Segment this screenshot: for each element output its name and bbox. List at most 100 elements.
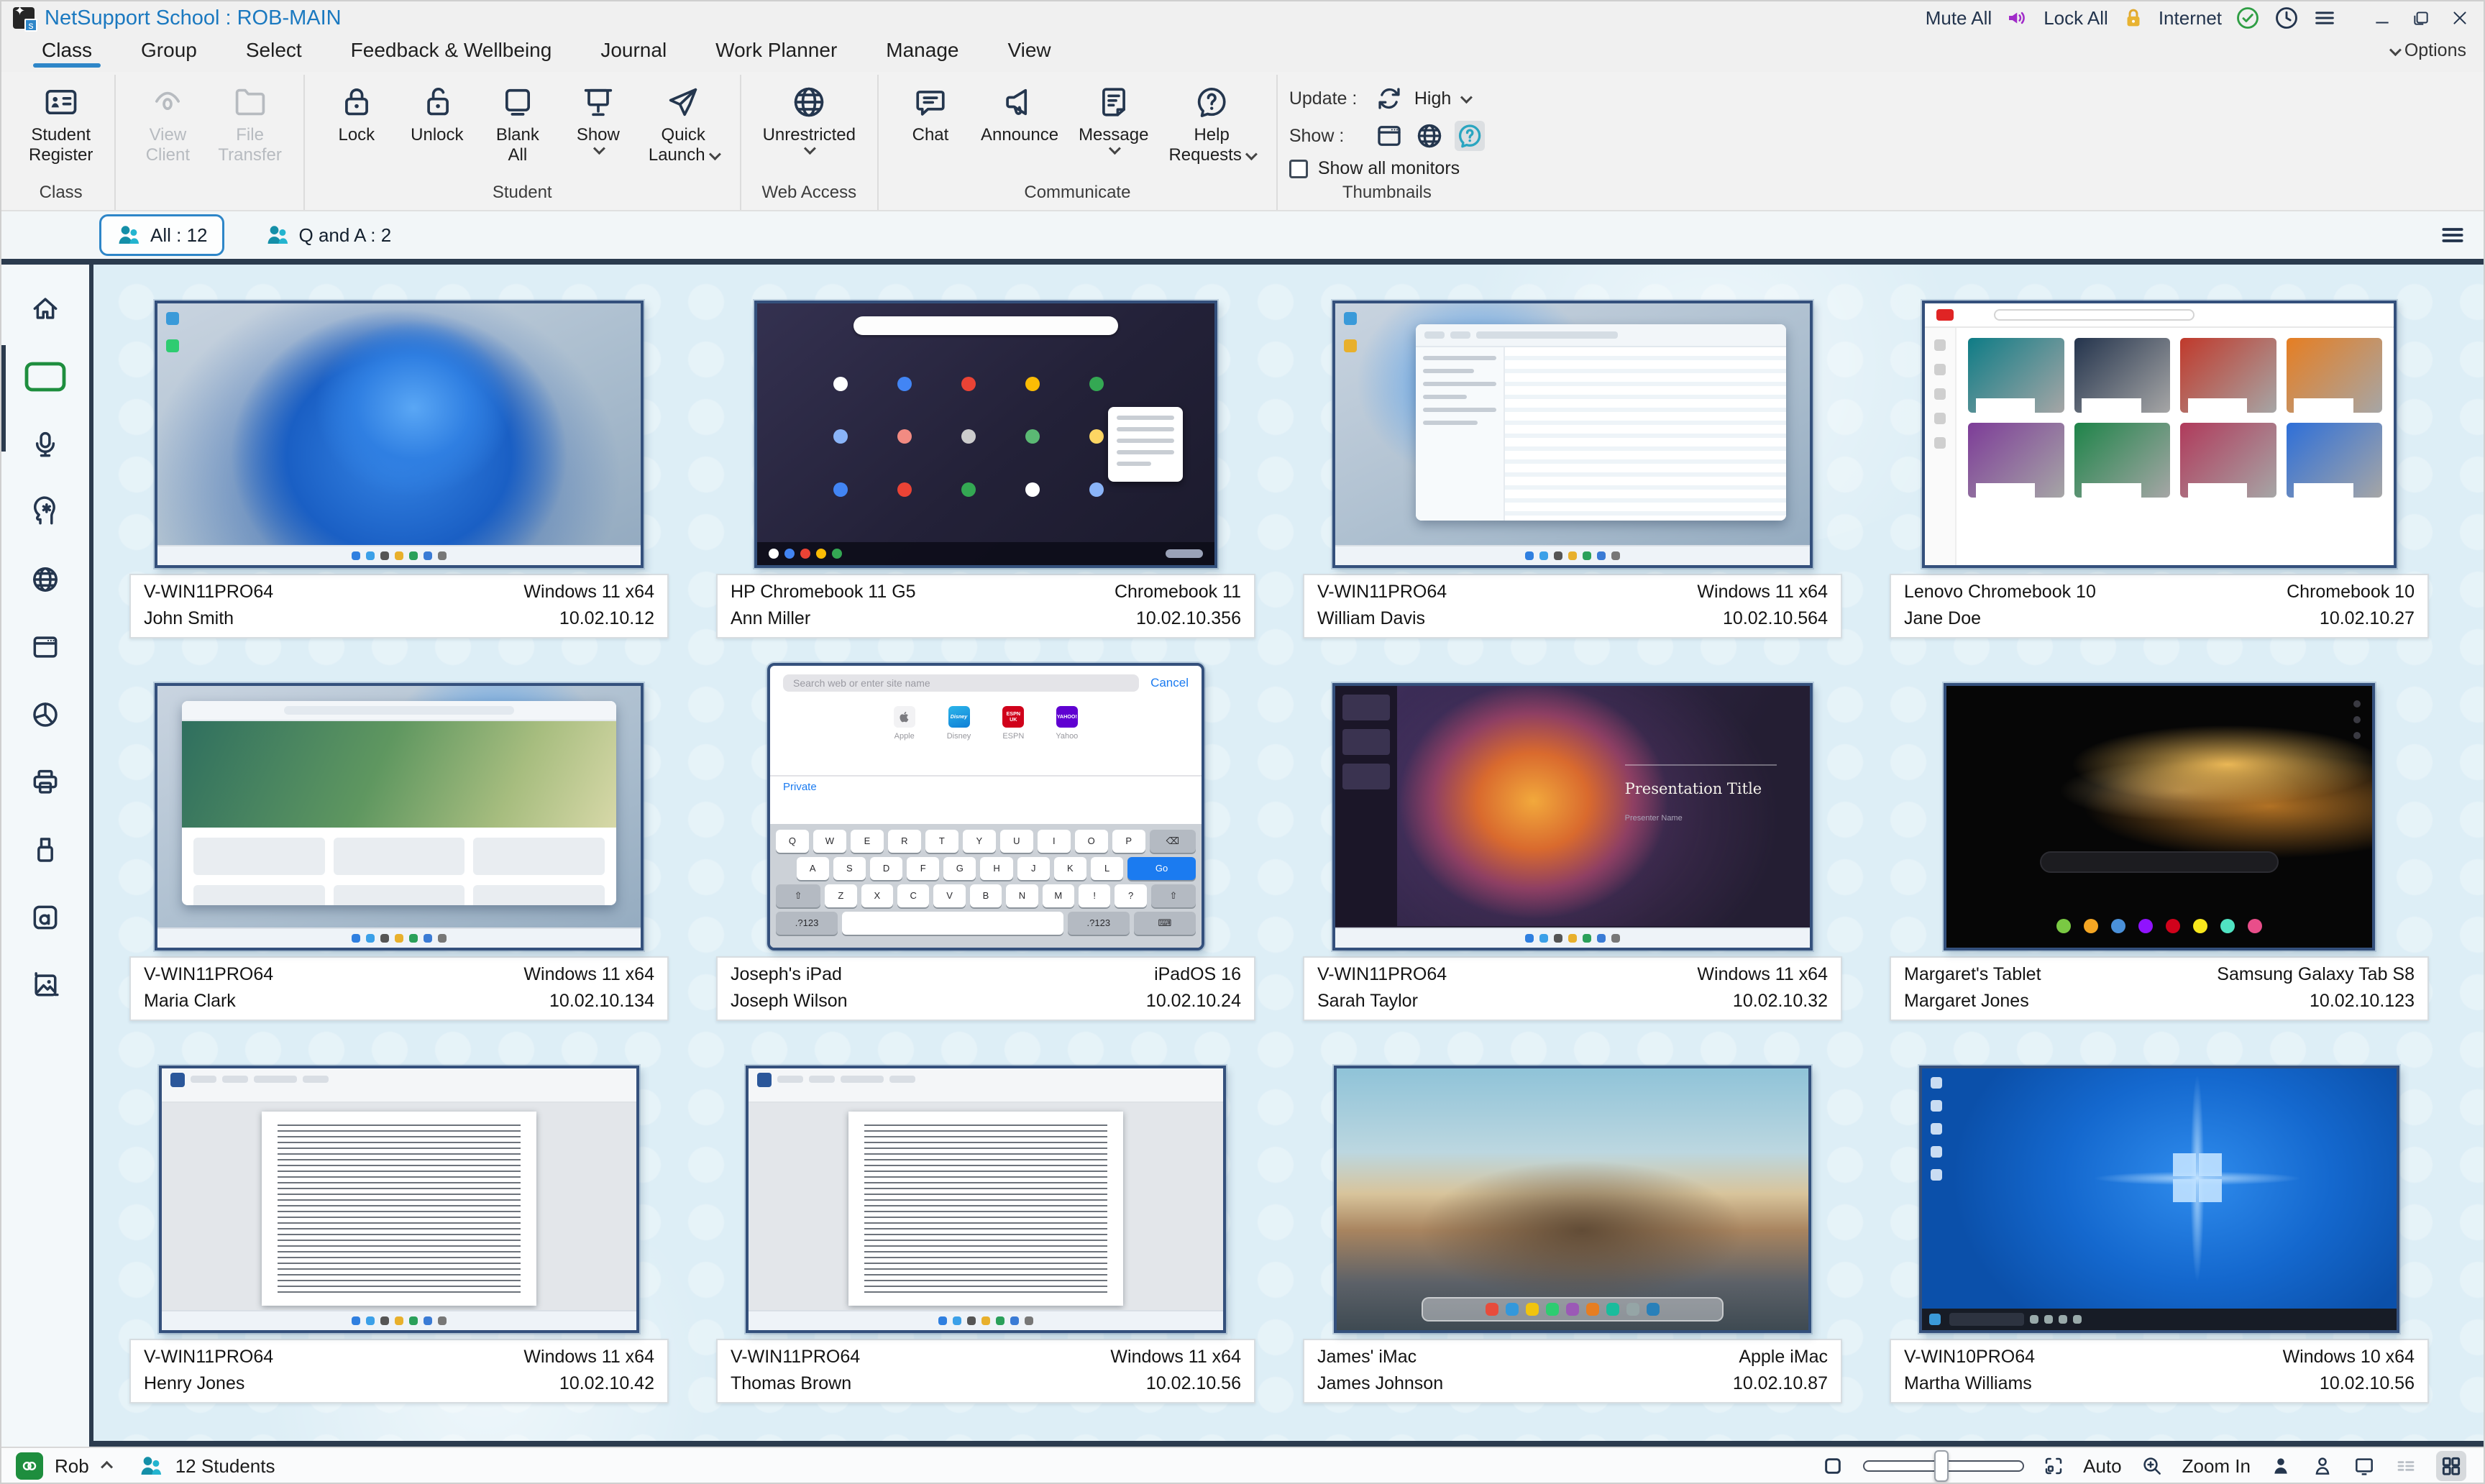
file-transfer-button: File Transfer bbox=[208, 81, 291, 169]
device-name: James' iMac bbox=[1317, 1346, 1417, 1367]
os-name: Chromebook 10 bbox=[2287, 581, 2415, 602]
chevron-down-icon[interactable] bbox=[1460, 91, 1473, 104]
student-screen-thumbnail[interactable] bbox=[1944, 682, 2375, 951]
typing-icon bbox=[29, 902, 61, 933]
view-tab-q-and-a[interactable]: Q and A : 2 bbox=[250, 216, 406, 254]
ip-address: 10.02.10.27 bbox=[2319, 608, 2415, 628]
list-view-icon[interactable] bbox=[2394, 1455, 2417, 1478]
chat-button[interactable]: Chat bbox=[890, 81, 971, 148]
sidebar-item-web[interactable] bbox=[21, 555, 70, 604]
sidebar-item-reports[interactable] bbox=[21, 690, 70, 739]
ip-address: 10.02.10.356 bbox=[1136, 608, 1241, 628]
announce-button[interactable]: Announce bbox=[971, 81, 1068, 148]
student-filled-icon[interactable] bbox=[2269, 1455, 2292, 1478]
wellbeing-icon bbox=[29, 496, 61, 528]
ribbon-tab-group[interactable]: Group bbox=[138, 37, 200, 68]
maximize-button[interactable] bbox=[2412, 9, 2430, 27]
sidebar-item-usb[interactable] bbox=[21, 825, 70, 874]
lock-all-padlock-icon[interactable] bbox=[2121, 6, 2146, 30]
student-screen-thumbnail[interactable] bbox=[754, 300, 1217, 568]
console-user[interactable]: Rob bbox=[55, 1455, 89, 1478]
sidebar-item-typing[interactable] bbox=[21, 893, 70, 942]
list-menu-icon[interactable] bbox=[2439, 221, 2466, 249]
internet-check-icon[interactable] bbox=[2235, 5, 2261, 31]
student-screen-thumbnail[interactable] bbox=[1334, 1065, 1811, 1333]
ribbon-tab-manage[interactable]: Manage bbox=[883, 37, 961, 68]
sidebar-item-thumbnails[interactable] bbox=[21, 352, 70, 401]
student-screen-thumbnail[interactable] bbox=[1922, 300, 2397, 568]
show-button[interactable]: Show bbox=[558, 81, 639, 157]
menu-hamburger-icon[interactable] bbox=[2312, 6, 2337, 30]
ribbon-tab-feedback-wellbeing[interactable]: Feedback & Wellbeing bbox=[348, 37, 555, 68]
sidebar-item-microphone[interactable] bbox=[21, 420, 70, 469]
connectivity-badge-icon[interactable] bbox=[16, 1452, 43, 1480]
auto-fit-icon[interactable] bbox=[2043, 1455, 2064, 1477]
zoom-in-label[interactable]: Zoom In bbox=[2182, 1455, 2251, 1478]
sidebar-item-wellbeing[interactable] bbox=[21, 487, 70, 536]
show-web-icon[interactable] bbox=[1414, 121, 1445, 151]
shift-key-icon: ⇧ bbox=[1150, 884, 1196, 907]
show-all-monitors-checkbox[interactable] bbox=[1289, 159, 1308, 178]
favorite-tile: Disney bbox=[948, 705, 970, 728]
ribbon-tab-class[interactable]: Class bbox=[32, 37, 101, 68]
student-label: V-WIN10PRO64 Windows 10 x64 Martha William… bbox=[1890, 1338, 2429, 1403]
sidebar-item-snapshot[interactable] bbox=[21, 961, 70, 1009]
space-key bbox=[842, 911, 1063, 935]
reports-icon bbox=[29, 699, 61, 730]
minimize-button[interactable] bbox=[2373, 9, 2392, 27]
student-screen-thumbnail[interactable]: Search web or enter site name Cancel Apple… bbox=[767, 662, 1204, 951]
student-screen-thumbnail[interactable] bbox=[159, 1065, 639, 1333]
lock-button[interactable]: Lock bbox=[316, 81, 397, 148]
ip-address: 10.02.10.42 bbox=[559, 1373, 654, 1393]
auto-label[interactable]: Auto bbox=[2083, 1455, 2122, 1478]
group-tab-strip: All : 12 Q and A : 2 bbox=[1, 211, 2484, 259]
student-screen-thumbnail[interactable] bbox=[1332, 300, 1813, 568]
student-screen-thumbnail[interactable] bbox=[1919, 1065, 2399, 1333]
ribbon-tab-work-planner[interactable]: Work Planner bbox=[713, 37, 840, 68]
sidebar-item-print[interactable] bbox=[21, 758, 70, 807]
student-screen-thumbnail[interactable] bbox=[746, 1065, 1226, 1333]
student-screen-thumbnail[interactable] bbox=[155, 682, 644, 951]
grid-view-icon[interactable] bbox=[2436, 1451, 2466, 1481]
zoom-in-icon[interactable] bbox=[2141, 1455, 2164, 1478]
view-tab-all[interactable]: All : 12 bbox=[99, 214, 224, 256]
go-key: Go bbox=[1127, 856, 1196, 880]
student-label: V-WIN11PRO64 Windows 11 x64 Maria Clark 10.… bbox=[129, 956, 669, 1021]
student-screen-thumbnail[interactable] bbox=[155, 300, 644, 568]
ribbon-tab-select[interactable]: Select bbox=[243, 37, 305, 68]
ip-address: 10.02.10.87 bbox=[1732, 1373, 1828, 1393]
ribbon-tab-journal[interactable]: Journal bbox=[598, 37, 669, 68]
snapshot-icon bbox=[29, 969, 61, 1001]
clock-icon[interactable] bbox=[2274, 5, 2299, 31]
sidebar-item-home[interactable] bbox=[21, 285, 70, 334]
thumbnail-size-small-icon[interactable] bbox=[1821, 1455, 1844, 1478]
student-outline-icon[interactable] bbox=[2311, 1455, 2334, 1478]
ribbon-tab-view[interactable]: View bbox=[1004, 37, 1053, 68]
slider-handle[interactable] bbox=[1933, 1450, 1949, 1482]
thumbnail-size-slider[interactable] bbox=[1863, 1450, 2025, 1482]
help-requests-button[interactable]: Help Requests bbox=[1158, 81, 1264, 169]
show-window-icon[interactable] bbox=[1374, 121, 1404, 151]
unrestricted-button[interactable]: Unrestricted bbox=[753, 81, 866, 157]
ribbon-group-thumbnails: Update : High Show : Show all monitors Thumb… bbox=[1278, 75, 1496, 210]
blank-all-button[interactable]: Blank All bbox=[477, 81, 558, 169]
options-dropdown[interactable]: Options bbox=[2389, 40, 2466, 61]
monitor-view-icon[interactable] bbox=[2353, 1455, 2376, 1478]
student-label: V-WIN11PRO64 Windows 11 x64 John Smith 10.0… bbox=[129, 573, 669, 638]
mute-all-speaker-icon[interactable] bbox=[2005, 5, 2031, 31]
refresh-icon[interactable] bbox=[1374, 83, 1404, 114]
update-speed-value[interactable]: High bbox=[1414, 88, 1451, 109]
device-name: V-WIN10PRO64 bbox=[1904, 1346, 2036, 1367]
sidebar-item-apps[interactable] bbox=[21, 623, 70, 672]
quick-launch-button[interactable]: Quick Launch bbox=[639, 81, 728, 169]
dismiss-keyboard-icon: ⌨ bbox=[1133, 911, 1196, 935]
close-button[interactable] bbox=[2450, 9, 2469, 27]
os-name: Windows 11 x64 bbox=[1697, 963, 1828, 984]
chevron-up-icon[interactable] bbox=[100, 1460, 113, 1473]
show-help-icon[interactable] bbox=[1454, 121, 1485, 151]
student-register-button[interactable]: Student Register bbox=[19, 81, 103, 169]
unlock-button[interactable]: Unlock bbox=[397, 81, 477, 148]
favorite-tile: YAHOO! bbox=[1056, 705, 1078, 728]
message-button[interactable]: Message bbox=[1068, 81, 1158, 157]
student-screen-thumbnail[interactable]: Presentation Title Presenter Name bbox=[1332, 682, 1813, 951]
